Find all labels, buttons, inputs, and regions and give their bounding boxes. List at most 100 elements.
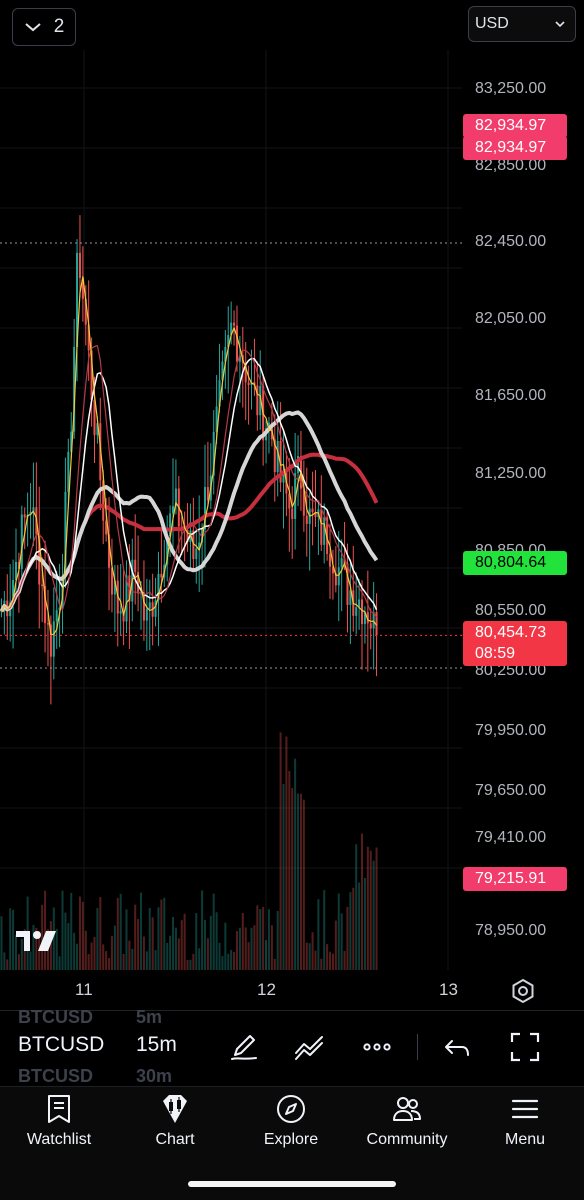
volume-bar: [288, 771, 291, 970]
volume-bar: [253, 925, 256, 970]
volume-bar: [352, 887, 355, 970]
nav-watchlist[interactable]: Watchlist: [4, 1093, 114, 1149]
volume-bar: [326, 944, 329, 970]
fullscreen-icon[interactable]: [509, 1031, 541, 1063]
time-label-13: 13: [439, 980, 458, 999]
volume-bar: [314, 950, 317, 970]
volume-bar: [212, 893, 215, 970]
volume-bar: [273, 958, 276, 970]
last-price-tag: 80,454.73 08:59: [463, 621, 567, 666]
volume-bar: [369, 850, 372, 970]
volume-bar: [3, 952, 6, 970]
volume-bar: [90, 942, 93, 970]
volume-bar: [340, 913, 343, 970]
volume-bar: [285, 736, 288, 970]
indicators-icon[interactable]: [294, 1031, 326, 1063]
nav-menu[interactable]: Menu: [470, 1093, 580, 1149]
volume-bar: [163, 897, 166, 970]
volume-bar: [206, 938, 209, 970]
volume-bar: [297, 793, 300, 970]
volume-bar: [113, 925, 116, 970]
candle-body: [119, 610, 122, 614]
volume-bar: [221, 956, 224, 970]
volume-bar: [169, 935, 172, 970]
candle-body: [23, 514, 26, 518]
volume-bar: [209, 915, 212, 970]
symbol-button[interactable]: BTCUSD: [18, 1033, 104, 1057]
volume-bar: [215, 912, 218, 970]
volume-bar: [270, 925, 273, 970]
nav-community-label: Community: [366, 1131, 448, 1148]
volume-bar: [177, 938, 180, 970]
volume-bar: [256, 905, 259, 970]
candle-body: [305, 515, 308, 524]
volume-bar: [276, 910, 279, 970]
candle-body: [323, 517, 326, 545]
candle-body: [360, 599, 364, 625]
interval-button[interactable]: 15m: [136, 1033, 177, 1057]
chart-settings-icon[interactable]: [510, 978, 536, 1004]
candle-body: [134, 559, 137, 572]
volume-bar: [244, 927, 247, 970]
ma-white-line: [0, 357, 378, 612]
volume-bar: [317, 899, 320, 970]
volume-bar: [195, 913, 198, 970]
candle-body: [311, 508, 314, 513]
volume-bar: [84, 930, 87, 970]
time-label-12: 12: [257, 980, 276, 999]
price-scale-label: 79,650.00: [475, 782, 547, 799]
price-scale-label: 79,410.00: [475, 829, 547, 846]
volume-bar: [64, 912, 67, 970]
volume-bar: [299, 793, 302, 970]
volume-bar: [250, 927, 253, 970]
nav-community[interactable]: Community: [352, 1093, 462, 1149]
home-indicator: [188, 1181, 396, 1187]
more-icon[interactable]: [361, 1031, 393, 1063]
volume-bar: [203, 920, 207, 970]
ghost-interval-below: 30m: [136, 1066, 173, 1086]
volume-bar: [334, 920, 337, 970]
candle-body: [291, 508, 294, 519]
volume-bar: [154, 950, 157, 970]
undo-icon[interactable]: [442, 1031, 474, 1063]
volume-bar: [67, 923, 70, 970]
candle-body: [46, 623, 49, 625]
nav-chart[interactable]: Chart: [120, 1093, 230, 1149]
volume-bar: [166, 942, 169, 970]
candle-body: [78, 252, 81, 279]
volume-bar: [302, 799, 305, 970]
volume-bar: [99, 896, 102, 970]
volume-bar: [262, 907, 265, 970]
volume-bar: [131, 948, 134, 970]
volume-bar: [363, 877, 366, 970]
volume-bar: [105, 951, 108, 970]
volume-bar: [174, 927, 177, 970]
price-scale-label: 82,050.00: [475, 310, 547, 327]
candle-body: [337, 567, 340, 586]
volume-bar: [17, 954, 20, 970]
toolbar-separator: [417, 1034, 418, 1060]
candle-body: [369, 623, 372, 629]
volume-bar: [308, 943, 311, 970]
volume-bar: [218, 942, 221, 970]
volume-bar: [110, 935, 113, 970]
compass-icon: [277, 1095, 305, 1123]
candle-body: [195, 548, 198, 560]
volume-bar: [61, 890, 64, 970]
nav-explore-label: Explore: [263, 1131, 319, 1148]
nav-explore[interactable]: Explore: [236, 1093, 346, 1149]
volume-bar: [6, 959, 9, 970]
nav-menu-label: Menu: [504, 1131, 546, 1148]
pen-icon[interactable]: [228, 1031, 260, 1063]
nav-watchlist-label: Watchlist: [26, 1131, 92, 1148]
volume-bar: [171, 917, 175, 970]
volume-bar: [267, 909, 270, 970]
candle-body: [235, 325, 238, 362]
candle-body: [320, 509, 323, 545]
volume-bar: [329, 951, 332, 970]
volume-bar: [265, 940, 268, 970]
volume-bar: [58, 956, 61, 970]
volume-bar: [201, 890, 204, 970]
volume-bar: [189, 959, 192, 970]
price-scale-label: 81,650.00: [475, 387, 547, 404]
